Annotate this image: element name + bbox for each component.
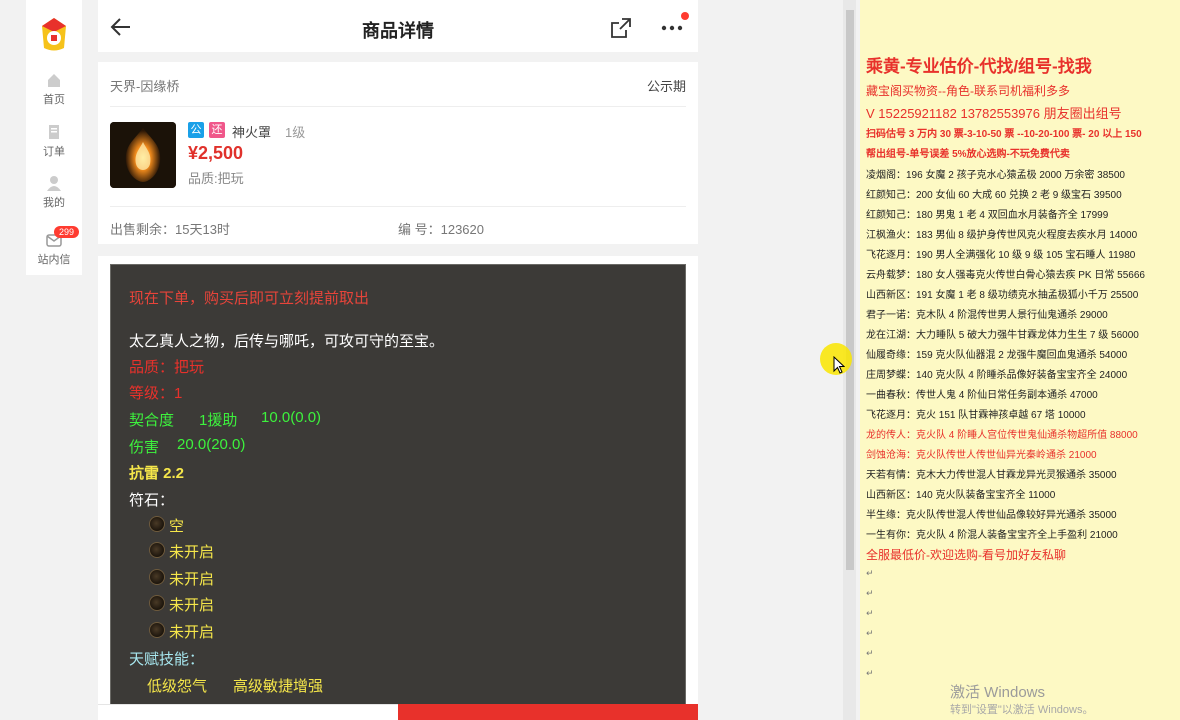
damage-label: 伤害 — [129, 439, 160, 456]
paragraph-mark: ↵ — [866, 608, 874, 618]
damage-value: 20.0(20.0) — [177, 436, 246, 453]
flame-shield-icon — [110, 122, 176, 188]
paragraph-mark: ↵ — [866, 588, 874, 598]
rune-slot: 未开启 — [169, 544, 215, 561]
windows-activation-hint: 转到"设置"以激活 Windows。 — [950, 704, 1094, 716]
page-header: 商品详情 — [98, 0, 698, 52]
sidebar-item-label: 站内信 — [37, 254, 71, 266]
doc-line: 一生有你：克火队 4 阶混人装备宝宝齐全上手盈利 21000 — [866, 530, 1118, 541]
sidebar-item-orders[interactable]: 订单 — [26, 124, 82, 159]
doc-contact-line: V 15225921182 13782553976 朋友圈出组号 — [866, 106, 1122, 121]
time-remaining: 出售剩余：15天13时 — [110, 222, 230, 237]
doc-line: 半生缘：克火队传世混人传世仙品像较好异光通杀 35000 — [866, 510, 1117, 521]
item-lore: 太乙真人之物，后传与哪吒，可攻可守的至宝。 — [129, 333, 445, 350]
doc-line: 飞花逐月：克火 151 队甘霖神孩卓越 67 塔 10000 — [866, 410, 1086, 421]
description-section: 现在下单，购买后即可立刻提前取出 太乙真人之物，后传与哪吒，可攻可守的至宝。 品… — [98, 256, 698, 720]
screen: 首页 订单 我的 站内信 299 商品详情 天界-因缘桥 公示期 公 还 神火罩… — [0, 0, 1180, 720]
doc-line: 庄周梦蝶：140 克火队 4 阶睡杀品像好装备宝宝齐全 24000 — [866, 370, 1128, 381]
fit-assist: 1援助 — [199, 412, 238, 429]
sidebar-item-label: 订单 — [43, 146, 65, 158]
fit-value: 10.0(0.0) — [261, 409, 322, 426]
doc-line: 龙在江湖：大力睡队 5 破大力强牛甘霖龙体力生生 7 级 56000 — [866, 330, 1139, 341]
paragraph-mark: ↵ — [866, 568, 874, 578]
share-icon[interactable] — [610, 17, 632, 39]
item-price: ¥2,500 — [188, 143, 244, 163]
talent-skill: 低级怨气 — [147, 678, 208, 695]
level-line: 等级：1 — [129, 385, 183, 402]
rune-slot: 未开启 — [169, 624, 215, 641]
rune-slot: 未开启 — [169, 571, 215, 588]
windows-activation-watermark: 激活 Windows — [950, 684, 1046, 701]
scrollbar-thumb[interactable] — [846, 10, 854, 570]
rune-slot-icon — [149, 595, 165, 611]
doc-line: 天若有情：克木大力传世混人甘霖龙异光灵猴通杀 35000 — [866, 470, 1117, 481]
purchase-notice: 现在下单，购买后即可立刻提前取出 — [129, 290, 370, 307]
rune-slot: 未开启 — [169, 597, 215, 614]
doc-line: 山西新区：191 女魔 1 老 8 级功绩克水抽孟极狐小千万 25500 — [866, 290, 1139, 301]
fit-label: 契合度 — [129, 412, 175, 429]
doc-line: 君子一诺：克木队 4 阶混传世男人景行仙鬼通杀 29000 — [866, 310, 1108, 321]
paragraph-mark: ↵ — [866, 648, 874, 658]
item-quality: 品质:把玩 — [188, 171, 244, 186]
doc-line-highlight: 剑蚀沧海：克火队传世人传世仙异光秦岭通杀 21000 — [866, 450, 1097, 461]
doc-line: 云舟载梦：180 女人强毒克火传世白骨心猿去疾 PK 日常 55666 — [866, 270, 1145, 281]
doc-promo-line: 帮出组号-单号误差 5%放心选购-不玩免费代卖 — [866, 149, 1070, 160]
item-name: 神火罩 — [232, 125, 272, 140]
sidebar-item-home[interactable]: 首页 — [26, 72, 82, 107]
item-detail-page: 商品详情 天界-因缘桥 公示期 公 还 神火罩 1级 ¥2,500 品质:把玩 … — [98, 0, 698, 720]
doc-contact-line: 藏宝阁买物资--角色-联系司机福利多多 — [866, 84, 1070, 98]
public-tag: 公 — [188, 122, 204, 138]
app-sidebar: 首页 订单 我的 站内信 299 — [26, 0, 82, 275]
paragraph-mark: ↵ — [866, 628, 874, 638]
item-thumbnail[interactable] — [110, 122, 176, 188]
more-options-icon[interactable] — [658, 18, 686, 36]
doc-line: 仙履奇缘：159 克火队仙器混 2 龙强牛魔回血鬼通杀 54000 — [866, 350, 1128, 361]
sidebar-item-label: 我的 — [43, 197, 65, 209]
order-icon — [49, 125, 59, 139]
doc-line: 江枫渔火：183 男仙 8 级护身传世风克火程度去疾水月 14000 — [866, 230, 1138, 241]
mouse-pointer-icon — [833, 356, 845, 374]
doc-line: 飞花逐月：190 男人全满强化 10 级 9 级 105 宝石睡人 11980 — [866, 250, 1136, 261]
sidebar-item-label: 首页 — [43, 94, 65, 106]
doc-line-highlight: 龙的传人：克火队 4 阶睡人宫位传世鬼仙通杀物超所值 88000 — [866, 430, 1138, 441]
resist-line: 抗雷 2.2 — [129, 465, 185, 482]
server-name: 天界-因缘桥 — [110, 79, 180, 94]
rune-slot-icon — [149, 516, 165, 532]
divider — [110, 106, 686, 107]
sidebar-item-messages[interactable]: 站内信 299 — [26, 226, 82, 267]
doc-heading: 乘黄-专业估价-代找/组号-找我 — [866, 57, 1092, 76]
quality-line: 品质：把玩 — [129, 359, 205, 376]
listing-status: 公示期 — [646, 79, 686, 94]
item-code: 编 号：123620 — [398, 222, 484, 237]
user-icon — [47, 176, 61, 191]
rune-slot-icon — [149, 622, 165, 638]
talent-skill: 高级敏捷增强 — [233, 678, 324, 695]
message-count-badge: 299 — [54, 226, 80, 238]
doc-line: 红颜知己：180 男鬼 1 老 4 双回血水月装备齐全 17999 — [866, 210, 1109, 221]
item-tooltip: 现在下单，购买后即可立刻提前取出 太乙真人之物，后传与哪吒，可攻可守的至宝。 品… — [110, 264, 686, 720]
doc-line: 红颜知己：200 女仙 60 大成 60 兑换 2 老 9 级宝石 39500 — [866, 190, 1122, 201]
app-logo-icon[interactable] — [34, 12, 74, 54]
rune-slot-icon — [149, 542, 165, 558]
divider — [110, 206, 686, 207]
buy-button[interactable] — [398, 704, 698, 720]
doc-promo-line: 扫码估号 3 万内 30 票-3-10-50 票 --10-20-100 票- … — [866, 129, 1142, 140]
document-panel: 乘黄-专业估价-代找/组号-找我 藏宝阁买物资--角色-联系司机福利多多 V 1… — [860, 0, 1180, 720]
doc-line: 山西新区：140 克火队装备宝宝齐全 11000 — [866, 490, 1056, 501]
item-level: 1级 — [285, 125, 306, 140]
doc-line: 一曲春秋：传世人鬼 4 阶仙日常任务副本通杀 47000 — [866, 390, 1098, 401]
rune-slot-icon — [149, 569, 165, 585]
notification-dot — [681, 12, 689, 20]
sidebar-item-mine[interactable]: 我的 — [26, 175, 82, 210]
home-icon — [48, 74, 60, 87]
doc-footer-line: 全服最低价-欢迎选购-看号加好友私聊 — [866, 548, 1066, 562]
bargain-tag: 还 — [209, 122, 225, 138]
talent-label: 天赋技能： — [129, 651, 205, 668]
paragraph-mark: ↵ — [866, 668, 874, 678]
page-title: 商品详情 — [362, 21, 434, 41]
rune-slot: 空 — [169, 518, 185, 535]
rune-label: 符石： — [129, 492, 175, 509]
doc-line: 凌烟阁：196 女魔 2 孩子克水心猿孟极 2000 万余密 38500 — [866, 170, 1125, 181]
listing-card: 天界-因缘桥 公示期 公 还 神火罩 1级 ¥2,500 品质:把玩 出售剩余：… — [98, 62, 698, 244]
